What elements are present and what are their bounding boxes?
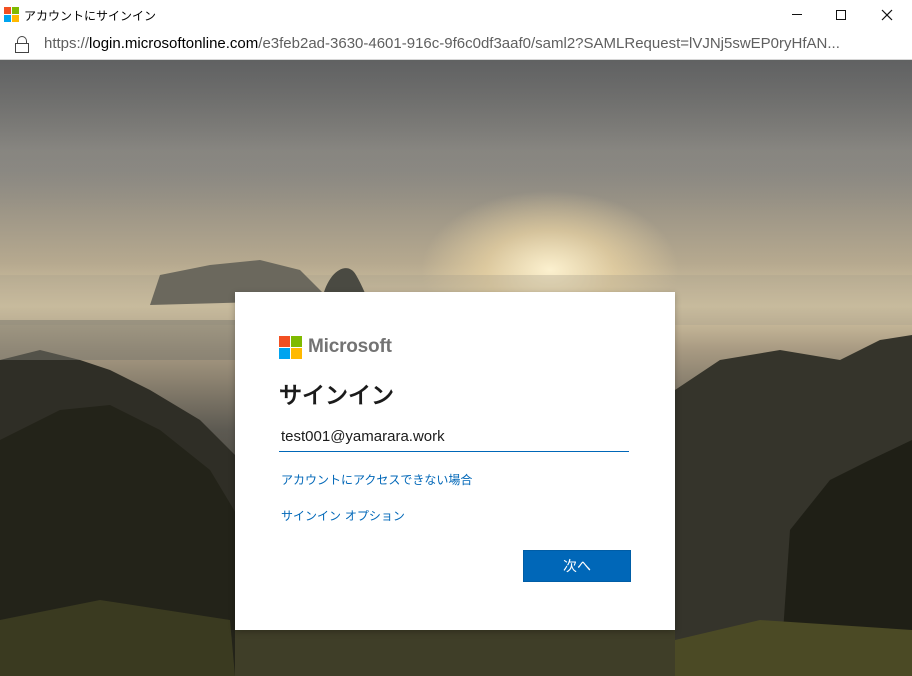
- sign-in-card: Microsoft サインイン アカウントにアクセスできない場合 サインイン オ…: [235, 292, 675, 630]
- url-path: /e3feb2ad-3630-4601-916c-9f6c0df3aaf0/sa…: [258, 35, 840, 52]
- sign-in-options-link[interactable]: サインイン オプション: [281, 507, 405, 524]
- next-button[interactable]: 次へ: [523, 550, 631, 582]
- minimize-button[interactable]: [774, 0, 820, 29]
- maximize-icon: [836, 9, 846, 20]
- url-text[interactable]: https://login.microsoftonline.com/e3feb2…: [44, 35, 904, 52]
- window-titlebar: アカウントにサインイン: [0, 0, 912, 29]
- minimize-icon: [792, 14, 802, 15]
- lock-icon: [14, 36, 30, 53]
- close-button[interactable]: [864, 0, 910, 29]
- window-title: アカウントにサインイン: [24, 9, 157, 23]
- microsoft-logo-icon: [279, 336, 302, 359]
- email-field[interactable]: [279, 422, 629, 452]
- url-host: login.microsoftonline.com: [89, 35, 259, 52]
- cant-access-account-link[interactable]: アカウントにアクセスできない場合: [281, 471, 472, 488]
- maximize-button[interactable]: [818, 0, 864, 29]
- address-bar[interactable]: https://login.microsoftonline.com/e3feb2…: [0, 29, 912, 60]
- page-title: サインイン: [279, 383, 394, 409]
- microsoft-logo-icon: [4, 7, 19, 22]
- close-icon: [881, 9, 893, 20]
- url-scheme: https://: [44, 35, 90, 52]
- brand-name: Microsoft: [308, 336, 392, 357]
